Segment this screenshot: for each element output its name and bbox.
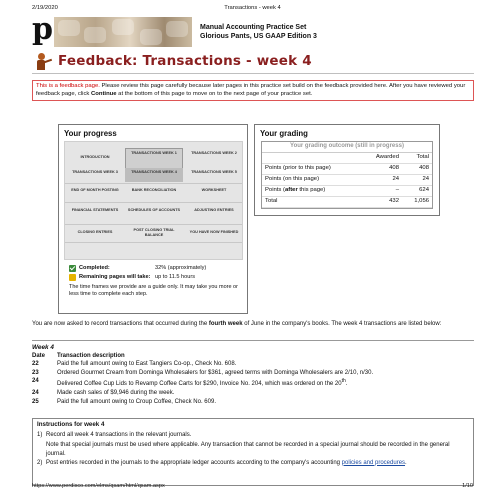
grading-panel: Your grading Your grading outcome (still… xyxy=(254,124,440,216)
completed-value: 32% (approximately) xyxy=(155,265,207,271)
intro-text: You are now asked to record transactions… xyxy=(32,321,442,327)
logo-icon: p xyxy=(32,12,53,47)
map-worksheet: WORKSHEET xyxy=(201,188,227,192)
table-row: 25 Paid the full amount owing to Croup C… xyxy=(32,398,377,407)
remaining-label: Remaining pages will take: xyxy=(79,274,151,280)
col-total: Total xyxy=(402,152,432,164)
instructions-box: Instructions for week 4 1) Record all we… xyxy=(32,418,474,486)
notice-text-2: at the bottom of this page to move on to… xyxy=(116,90,313,97)
instruction-step-1: 1) Record all week 4 transactions in the… xyxy=(37,432,192,439)
table-row: 23 Ordered Gourmet Cream from Dominga Wh… xyxy=(32,369,377,378)
grade-label: Total xyxy=(262,196,372,208)
table-row: 22 Paid the full amount owing to East Ta… xyxy=(32,361,377,370)
map-closing: CLOSING ENTRIES xyxy=(77,230,113,234)
grade-awarded: 408 xyxy=(372,163,402,175)
remaining-box-icon xyxy=(69,274,76,281)
notice-lead: This is a feedback page. xyxy=(36,83,100,89)
table-row: Points (after this page) – 624 xyxy=(262,185,432,197)
completed-row: Completed: 32% (approximately) xyxy=(69,264,239,273)
col-date: Date xyxy=(32,353,46,359)
map-end-of-month: END OF MONTH POSTING xyxy=(71,188,119,192)
brand-line-2: Glorious Pants, US GAAP Edition 3 xyxy=(200,33,317,41)
map-tx-week4: TRANSACTIONS WEEK 4 xyxy=(131,170,177,174)
map-tx-week5: TRANSACTIONS WEEK 5 xyxy=(191,170,237,174)
tx-description: Ordered Gourmet Cream from Dominga Whole… xyxy=(57,369,374,376)
table-row: Total 432 1,056 xyxy=(262,196,432,208)
tx-description: Paid the full amount owing to Croup Coff… xyxy=(57,398,216,405)
grading-heading: Your grading xyxy=(260,129,308,138)
notice-continue: Continue xyxy=(91,90,117,97)
grade-total: 624 xyxy=(402,185,432,197)
tx-date: 25 xyxy=(32,398,39,405)
map-post-closing: POST CLOSING TRIAL BALANCE xyxy=(133,228,175,237)
map-adjusting: ADJUSTING ENTRIES xyxy=(194,208,234,212)
print-url: https://www.perdisco.com/elms/qsam/html/… xyxy=(32,483,165,489)
table-row: 24 Made cash sales of $9,946 during the … xyxy=(32,390,377,399)
instruction-step-2: 2) Post entries recorded in the journals… xyxy=(37,459,407,466)
map-bank-rec: BANK RECONCILIATION xyxy=(131,188,177,192)
tx-date: 24 xyxy=(32,390,39,397)
tx-date: 23 xyxy=(32,369,39,376)
grading-table: Awarded Total Points (prior to this page… xyxy=(262,152,432,208)
remaining-value: up to 11.5 hours xyxy=(155,274,196,280)
progress-note: The time frames we provide are a guide o… xyxy=(69,284,238,298)
week-transactions: Week 4 Date Transaction description 22 P… xyxy=(32,340,474,407)
map-introduction: INTRODUCTION xyxy=(80,155,110,159)
print-footer: https://www.perdisco.com/elms/qsam/html/… xyxy=(32,483,473,492)
presenter-figure-icon xyxy=(32,52,53,72)
progress-status: Completed: 32% (approximately) Remaining… xyxy=(69,264,239,298)
instructions-heading: Instructions for week 4 xyxy=(37,421,105,428)
progress-panel: Your progress INTRODUCTION TRANSACTIONS … xyxy=(58,124,248,314)
grade-total: 1,056 xyxy=(402,196,432,208)
table-row: Points (prior to this page) 408 408 xyxy=(262,163,432,175)
feedback-notice: This is a feedback page. Please review t… xyxy=(32,80,474,102)
grade-total: 24 xyxy=(402,174,432,186)
map-tx-week2: TRANSACTIONS WEEK 2 xyxy=(191,151,237,155)
grade-label: Points (prior to this page) xyxy=(262,163,372,175)
map-schedules: SCHEDULES OF ACCOUNTS xyxy=(127,208,181,212)
progress-map: INTRODUCTION TRANSACTIONS WEEK 1 TRANSAC… xyxy=(64,141,243,260)
page-title: Feedback: Transactions - week 4 xyxy=(58,53,312,70)
policies-link[interactable]: policies and procedures xyxy=(342,460,405,466)
print-title: Transactions - week 4 xyxy=(224,5,281,11)
week-label: Week 4 xyxy=(32,344,54,351)
grade-awarded: 24 xyxy=(372,174,402,186)
page-title-bar: Feedback: Transactions - week 4 xyxy=(32,50,474,74)
col-awarded: Awarded xyxy=(372,152,402,164)
map-financial: FINANCIAL STATEMENTS xyxy=(71,208,119,212)
table-row: 24 Delivered Coffee Cup Lids to Revamp C… xyxy=(32,378,377,390)
tx-date: 22 xyxy=(32,361,39,368)
tx-description: Delivered Coffee Cup Lids to Revamp Coff… xyxy=(57,378,348,388)
grading-outcome: Your grading outcome (still in progress)… xyxy=(261,141,433,209)
col-description: Transaction description xyxy=(57,353,125,359)
grade-awarded: – xyxy=(372,185,402,197)
brand-text: Manual Accounting Practice Set Glorious … xyxy=(200,17,317,47)
map-tx-week1: TRANSACTIONS WEEK 1 xyxy=(131,151,177,155)
grade-label: Points (after this page) xyxy=(262,185,372,197)
brand-header: p Manual Accounting Practice Set Gloriou… xyxy=(32,12,474,47)
tx-description: Paid the full amount owing to East Tangi… xyxy=(57,361,237,368)
grade-total: 408 xyxy=(402,163,432,175)
tx-date: 24 xyxy=(32,378,39,385)
puzzle-banner-image xyxy=(54,17,192,47)
progress-heading: Your progress xyxy=(64,129,117,138)
table-row: Points (on this page) 24 24 xyxy=(262,174,432,186)
grade-label: Points (on this page) xyxy=(262,174,372,186)
print-page: 1/10 xyxy=(462,483,473,489)
print-header: 2/19/2020 Transactions - week 4 xyxy=(32,5,473,14)
transactions-table: Date Transaction description 22 Paid the… xyxy=(32,353,377,407)
completed-label: Completed: xyxy=(79,265,110,271)
grading-caption: Your grading outcome (still in progress) xyxy=(262,142,432,153)
tx-description: Made cash sales of $9,946 during the wee… xyxy=(57,390,175,397)
brand-line-1: Manual Accounting Practice Set xyxy=(200,24,307,31)
remaining-row: Remaining pages will take: up to 11.5 ho… xyxy=(69,273,239,282)
instruction-step-1-note: Note that special journals must be used … xyxy=(46,442,450,457)
map-finished: YOU HAVE NOW FINISHED xyxy=(189,230,239,234)
grade-awarded: 432 xyxy=(372,196,402,208)
completed-check-icon xyxy=(69,265,76,272)
map-tx-week3: TRANSACTIONS WEEK 3 xyxy=(72,170,118,174)
